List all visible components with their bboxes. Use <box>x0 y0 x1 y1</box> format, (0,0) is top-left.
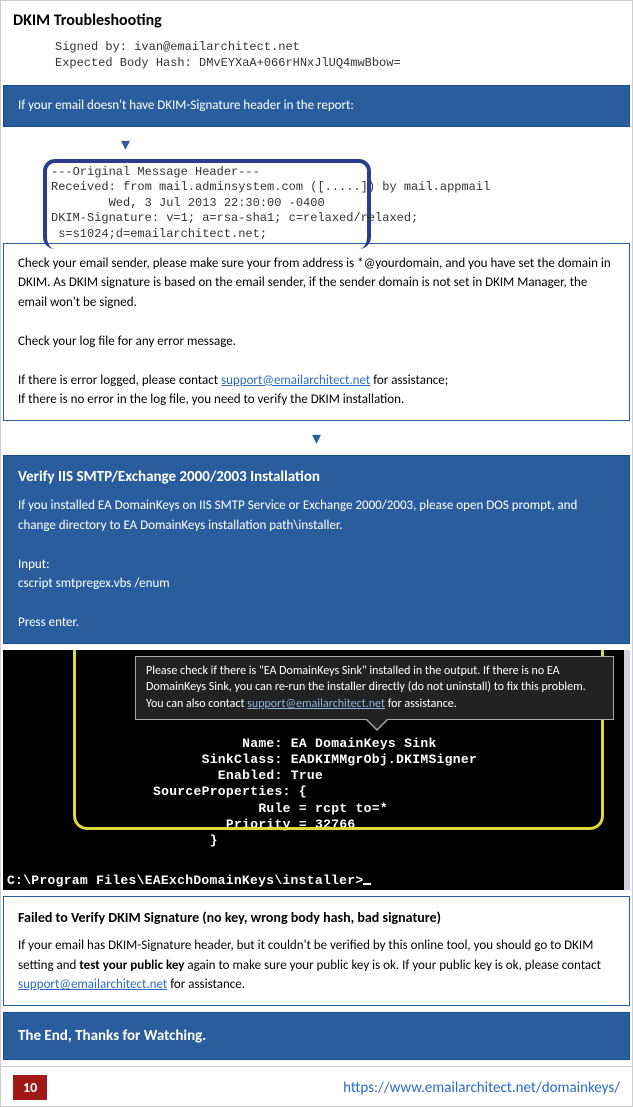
original-header-text: ---Original Message Header--- Received: … <box>51 165 471 243</box>
verify-iis-title: Verify IIS SMTP/Exchange 2000/2003 Insta… <box>18 466 615 489</box>
no-signature-box: If your email doesn't have DKIM-Signatur… <box>3 85 630 127</box>
page-number: 10 <box>13 1075 47 1100</box>
support-email-link[interactable]: support@emailarchitect.net <box>18 977 167 992</box>
snippet-line: Signed by: ivan@emailarchitect.net <box>55 40 620 56</box>
bold-text: test your public key <box>79 958 184 973</box>
verify-iis-box: Verify IIS SMTP/Exchange 2000/2003 Insta… <box>3 455 630 644</box>
support-email-link[interactable]: support@emailarchitect.net <box>221 373 370 388</box>
page-title: DKIM Troubleshooting <box>1 1 632 40</box>
failed-verify-title: Failed to Verify DKIM Signature (no key,… <box>18 907 615 928</box>
end-text: The End, Thanks for Watching. <box>18 1025 615 1048</box>
header-snippet: Signed by: ivan@emailarchitect.net Expec… <box>1 40 632 71</box>
check-sender-box: Check your email sender, please make sur… <box>3 243 630 421</box>
paragraph: If you installed EA DomainKeys on IIS SM… <box>18 496 615 535</box>
snippet-line: Expected Body Hash: DMvEYXaA+066rHNxJlUQ… <box>55 56 620 72</box>
support-email-link[interactable]: support@emailarchitect.net <box>247 697 385 711</box>
paragraph: If there is error logged, please contact… <box>18 371 615 391</box>
arrow-down-icon: ▾ <box>121 135 130 153</box>
failed-verify-box: Failed to Verify DKIM Signature (no key,… <box>3 896 630 1006</box>
arrow-down-icon: ▾ <box>312 429 321 447</box>
paragraph: If there is no error in the log file, yo… <box>18 390 615 410</box>
paragraph: If your email has DKIM-Signature header,… <box>18 936 615 995</box>
footer: 10 https://www.emailarchitect.net/domain… <box>1 1066 632 1106</box>
paragraph: Check your email sender, please make sur… <box>18 254 615 313</box>
console-prompt: C:\Program Files\EAExchDomainKeys\instal… <box>3 849 624 890</box>
paragraph: Check your log file for any error messag… <box>18 332 615 352</box>
footer-url-link[interactable]: https://www.emailarchitect.net/domainkey… <box>343 1079 620 1097</box>
console-screenshot: Please check if there is "EA DomainKeys … <box>3 650 630 891</box>
command-text: cscript smtpregex.vbs /enum <box>18 574 615 594</box>
callout-box: Please check if there is "EA DomainKeys … <box>135 656 614 720</box>
original-header-block: ---Original Message Header--- Received: … <box>51 165 471 243</box>
paragraph: Press enter. <box>18 613 615 633</box>
paragraph: Input: <box>18 555 615 575</box>
no-signature-text: If your email doesn't have DKIM-Signatur… <box>18 98 354 113</box>
end-box: The End, Thanks for Watching. <box>3 1012 630 1061</box>
